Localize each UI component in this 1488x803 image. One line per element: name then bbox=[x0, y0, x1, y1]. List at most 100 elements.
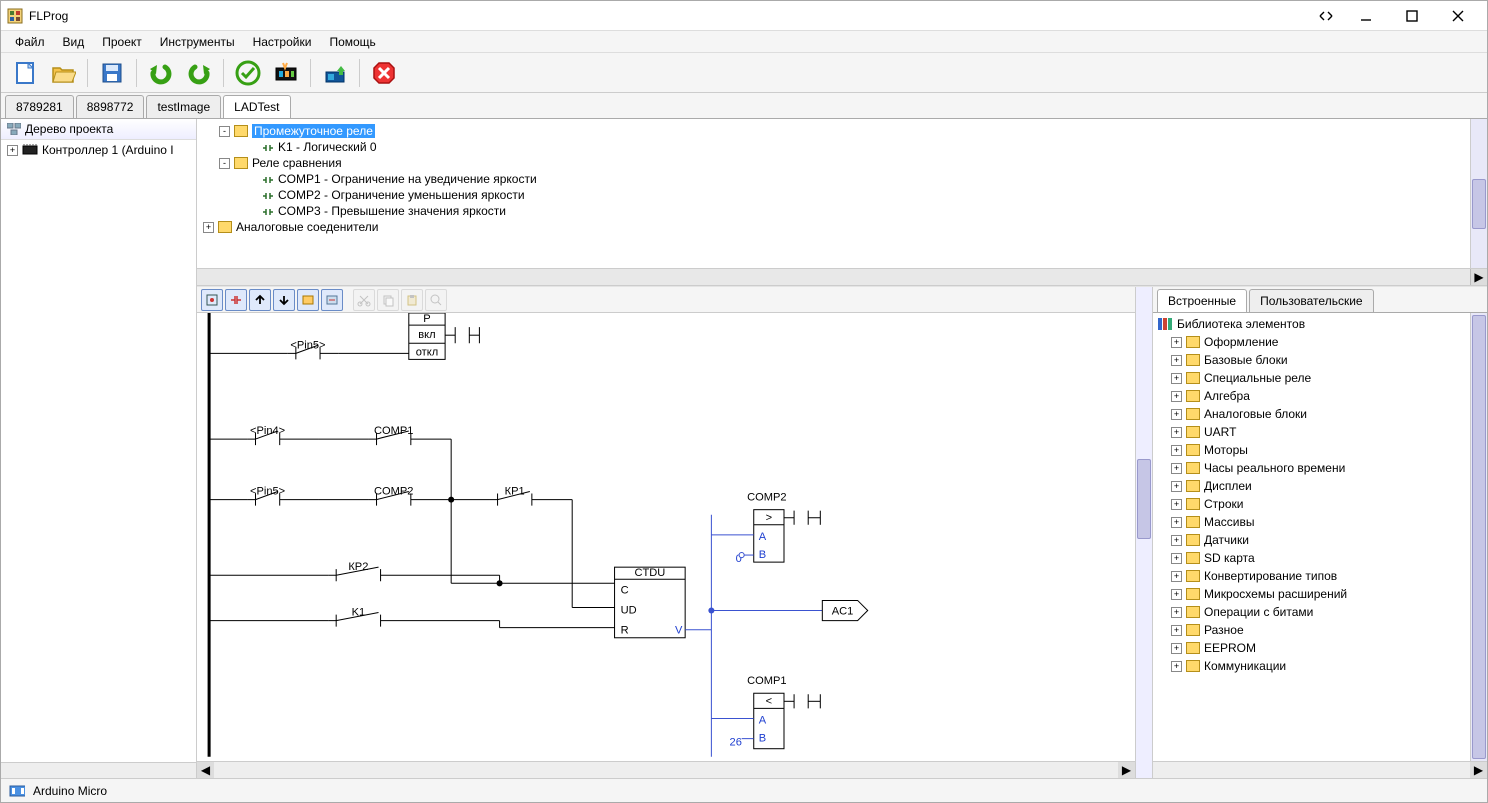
library-item[interactable]: +Алгебра bbox=[1157, 387, 1483, 405]
expand-icon[interactable]: + bbox=[1171, 535, 1182, 546]
minimize-button[interactable] bbox=[1343, 1, 1389, 31]
resize-handle-icon[interactable] bbox=[1319, 11, 1333, 21]
library-tab-user[interactable]: Пользовательские bbox=[1249, 289, 1374, 312]
library-item[interactable]: +Аналоговые блоки bbox=[1157, 405, 1483, 423]
expand-icon[interactable]: + bbox=[1171, 589, 1182, 600]
project-tree-item[interactable]: + Контроллер 1 (Arduino I bbox=[5, 142, 192, 158]
var-tree-item[interactable]: COMP3 - Превышение значения яркости bbox=[203, 203, 1481, 219]
library-item[interactable]: +Микросхемы расширений bbox=[1157, 585, 1483, 603]
library-item[interactable]: +Массивы bbox=[1157, 513, 1483, 531]
menu-file[interactable]: Файл bbox=[7, 33, 53, 51]
expand-icon[interactable]: + bbox=[1171, 391, 1182, 402]
upload-button[interactable] bbox=[319, 57, 351, 89]
scroll-right-icon[interactable]: ▶ bbox=[1118, 762, 1135, 778]
expand-icon[interactable]: + bbox=[1171, 571, 1182, 582]
expand-icon[interactable]: + bbox=[1171, 409, 1182, 420]
expand-icon[interactable]: + bbox=[1171, 355, 1182, 366]
compile-button[interactable] bbox=[270, 57, 302, 89]
left-hscroll[interactable] bbox=[1, 762, 196, 778]
editor-btn-1[interactable] bbox=[201, 289, 223, 311]
library-tab-builtin[interactable]: Встроенные bbox=[1157, 289, 1247, 312]
expand-icon[interactable]: - bbox=[219, 126, 230, 137]
editor-btn-6[interactable] bbox=[321, 289, 343, 311]
library-item[interactable]: +Строки bbox=[1157, 495, 1483, 513]
library-item[interactable]: +Дисплеи bbox=[1157, 477, 1483, 495]
expand-icon[interactable]: + bbox=[1171, 427, 1182, 438]
library-item[interactable]: +Конвертирование типов bbox=[1157, 567, 1483, 585]
library-list[interactable]: Библиотека элементов +Оформление+Базовые… bbox=[1153, 313, 1487, 761]
close-button[interactable] bbox=[1435, 1, 1481, 31]
scroll-left-icon[interactable]: ◀ bbox=[197, 762, 214, 778]
doc-tab-0[interactable]: 8789281 bbox=[5, 95, 74, 118]
expand-icon[interactable]: + bbox=[1171, 517, 1182, 528]
expand-icon[interactable]: + bbox=[1171, 625, 1182, 636]
menu-settings[interactable]: Настройки bbox=[245, 33, 320, 51]
variable-tree[interactable]: -Промежуточное релеK1 - Логический 0-Рел… bbox=[197, 119, 1487, 269]
var-tree-folder[interactable]: +Аналоговые соеденители bbox=[203, 219, 1481, 235]
editor-btn-2[interactable] bbox=[225, 289, 247, 311]
menu-view[interactable]: Вид bbox=[55, 33, 93, 51]
scroll-right-icon[interactable]: ▶ bbox=[1470, 269, 1487, 285]
expand-icon[interactable]: + bbox=[1171, 445, 1182, 456]
expand-icon[interactable]: + bbox=[1171, 499, 1182, 510]
expand-icon[interactable]: - bbox=[219, 158, 230, 169]
menu-help[interactable]: Помощь bbox=[321, 33, 383, 51]
new-file-button[interactable] bbox=[9, 57, 41, 89]
library-item[interactable]: +Датчики bbox=[1157, 531, 1483, 549]
library-item[interactable]: +Оформление bbox=[1157, 333, 1483, 351]
verify-button[interactable] bbox=[232, 57, 264, 89]
ladder-canvas-wrap[interactable]: P вкл откл <Pin5> bbox=[197, 313, 1135, 761]
project-tree[interactable]: + Контроллер 1 (Arduino I bbox=[1, 140, 196, 762]
expand-icon[interactable]: + bbox=[1171, 553, 1182, 564]
scroll-thumb[interactable] bbox=[1472, 179, 1486, 229]
ladder-canvas[interactable]: P вкл откл <Pin5> bbox=[197, 313, 1135, 757]
maximize-button[interactable] bbox=[1389, 1, 1435, 31]
library-item[interactable]: +Базовые блоки bbox=[1157, 351, 1483, 369]
library-item[interactable]: +EEPROM bbox=[1157, 639, 1483, 657]
library-item[interactable]: +SD карта bbox=[1157, 549, 1483, 567]
expand-icon[interactable]: + bbox=[1171, 337, 1182, 348]
save-button[interactable] bbox=[96, 57, 128, 89]
expand-icon[interactable]: + bbox=[1171, 463, 1182, 474]
variable-tree-vscroll[interactable] bbox=[1470, 119, 1487, 268]
doc-tab-2[interactable]: testImage bbox=[146, 95, 221, 118]
library-item[interactable]: +Разное bbox=[1157, 621, 1483, 639]
editor-btn-down[interactable] bbox=[273, 289, 295, 311]
stop-button[interactable] bbox=[368, 57, 400, 89]
var-tree-folder[interactable]: -Реле сравнения bbox=[203, 155, 1481, 171]
library-item[interactable]: +Коммуникации bbox=[1157, 657, 1483, 675]
expand-icon[interactable]: + bbox=[7, 145, 18, 156]
doc-tab-3[interactable]: LADTest bbox=[223, 95, 290, 118]
scroll-thumb[interactable] bbox=[1472, 315, 1486, 759]
var-tree-item[interactable]: K1 - Логический 0 bbox=[203, 139, 1481, 155]
expand-icon[interactable]: + bbox=[1171, 643, 1182, 654]
undo-button[interactable] bbox=[145, 57, 177, 89]
editor-btn-5[interactable] bbox=[297, 289, 319, 311]
expand-icon[interactable]: + bbox=[1171, 481, 1182, 492]
library-item[interactable]: +UART bbox=[1157, 423, 1483, 441]
doc-tab-1[interactable]: 8898772 bbox=[76, 95, 145, 118]
menu-tools[interactable]: Инструменты bbox=[152, 33, 243, 51]
var-tree-folder[interactable]: -Промежуточное реле bbox=[203, 123, 1481, 139]
library-hscroll[interactable]: ▶ bbox=[1153, 761, 1487, 778]
editor-hscroll[interactable]: ◀ ▶ bbox=[197, 761, 1135, 778]
expand-icon[interactable]: + bbox=[1171, 607, 1182, 618]
expand-icon[interactable]: + bbox=[203, 222, 214, 233]
open-file-button[interactable] bbox=[47, 57, 79, 89]
library-item[interactable]: +Часы реального времени bbox=[1157, 459, 1483, 477]
editor-btn-up[interactable] bbox=[249, 289, 271, 311]
library-vscroll[interactable] bbox=[1470, 313, 1487, 761]
var-tree-item[interactable]: COMP2 - Ограничение уменьшения яркости bbox=[203, 187, 1481, 203]
library-item[interactable]: +Моторы bbox=[1157, 441, 1483, 459]
var-tree-item[interactable]: COMP1 - Ограничение на уведичение яркост… bbox=[203, 171, 1481, 187]
library-item[interactable]: +Специальные реле bbox=[1157, 369, 1483, 387]
scroll-right-icon[interactable]: ▶ bbox=[1470, 762, 1487, 778]
expand-icon[interactable]: + bbox=[1171, 661, 1182, 672]
redo-button[interactable] bbox=[183, 57, 215, 89]
scroll-thumb[interactable] bbox=[1137, 459, 1151, 539]
editor-vscroll[interactable] bbox=[1135, 287, 1152, 778]
menu-project[interactable]: Проект bbox=[94, 33, 150, 51]
expand-icon[interactable]: + bbox=[1171, 373, 1182, 384]
variable-tree-hscroll[interactable]: ▶ bbox=[197, 269, 1487, 286]
library-item[interactable]: +Операции с битами bbox=[1157, 603, 1483, 621]
